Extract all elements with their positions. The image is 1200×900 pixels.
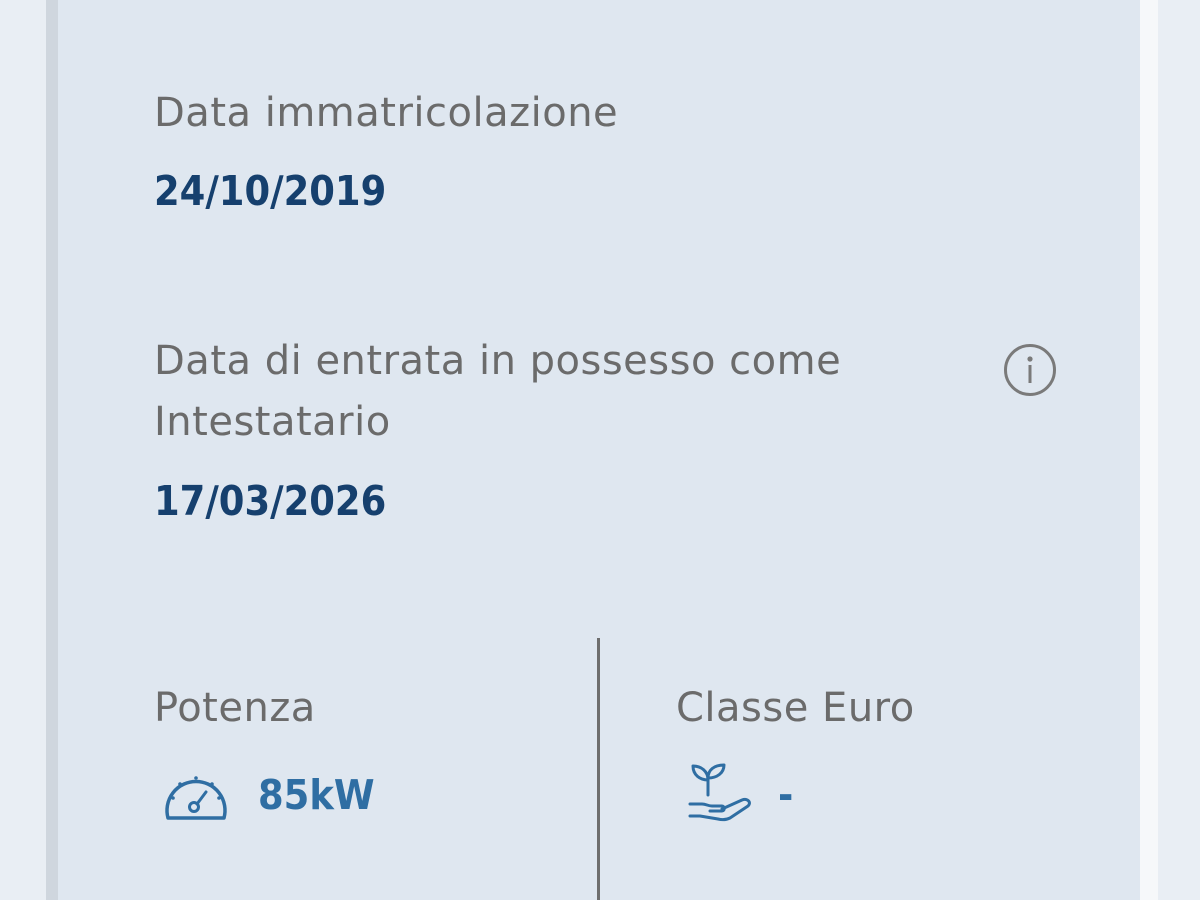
registration-date-value: 24/10/2019 (154, 167, 387, 215)
plant-in-hand-icon (688, 763, 751, 822)
column-divider (597, 638, 600, 900)
power-label: Potenza (154, 685, 316, 731)
power-value: 85kW (258, 771, 375, 819)
background-strip (1140, 0, 1158, 900)
info-circle-icon[interactable] (1003, 343, 1057, 397)
speedometer-icon (165, 776, 227, 820)
ownership-date-value: 17/03/2026 (154, 477, 387, 525)
euro-class-label: Classe Euro (676, 685, 915, 731)
registration-date-label: Data immatricolazione (154, 90, 619, 136)
page: Data immatricolazione 24/10/2019 Data di… (0, 0, 1200, 900)
ownership-date-label-line1: Data di entrata in possesso come (154, 338, 842, 384)
ownership-date-label-line2: Intestatario (154, 399, 391, 445)
euro-class-value: - (778, 771, 794, 819)
